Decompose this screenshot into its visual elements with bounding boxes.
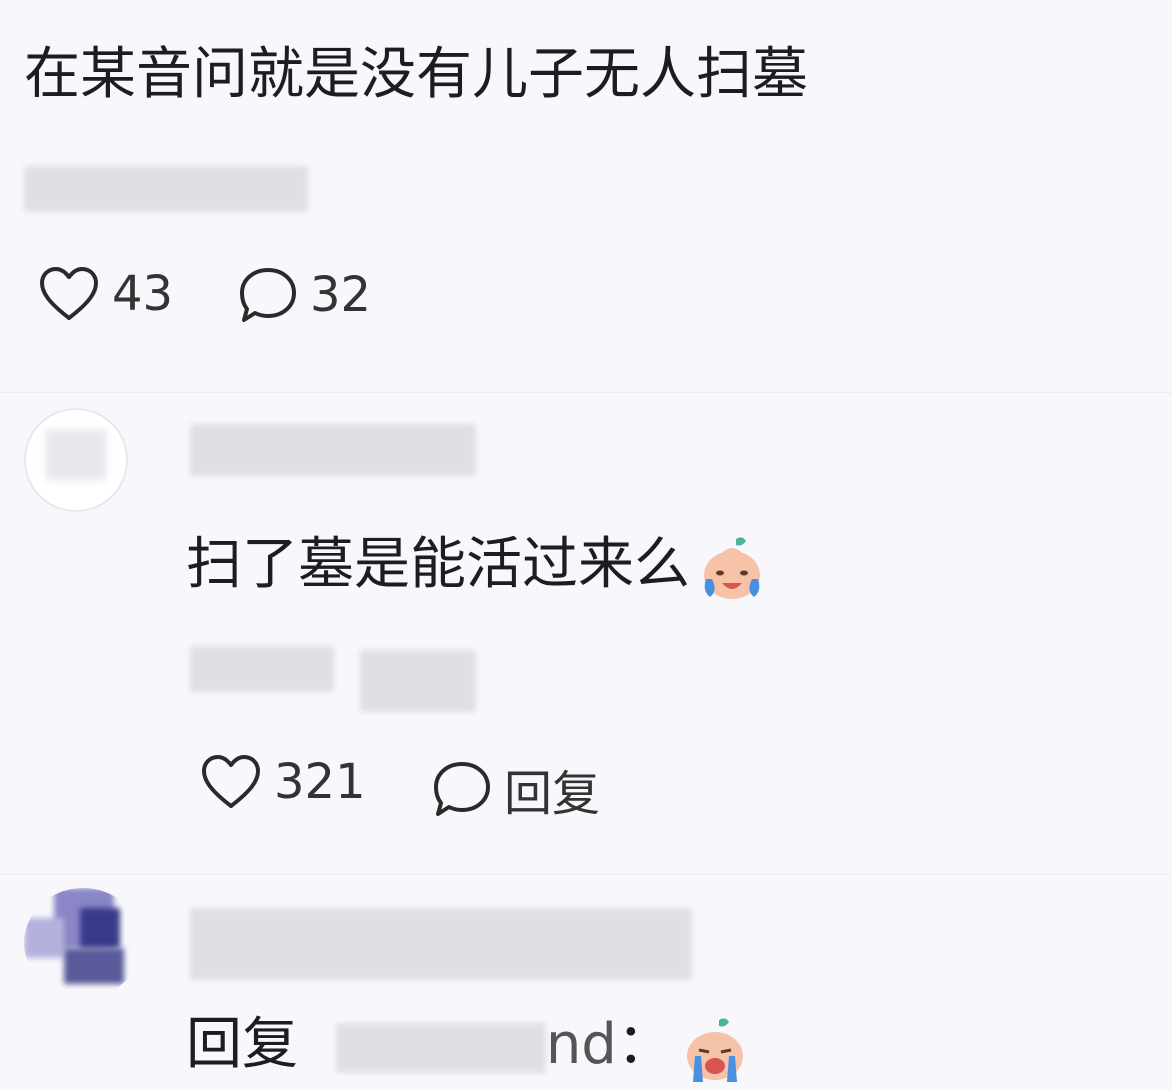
- reply-meta-blurred: [190, 646, 334, 692]
- reply-button[interactable]: 回复: [432, 754, 600, 824]
- reply-meta-blurred: [360, 650, 476, 712]
- reply-like-button[interactable]: 321: [200, 754, 366, 810]
- crying-laughing-emoji-icon: [704, 537, 760, 599]
- post-text: 在某音问就是没有儿子无人扫墓: [24, 42, 808, 107]
- heart-outline-icon: [202, 755, 260, 808]
- reply-prefix: 回复: [186, 1012, 298, 1077]
- post-comment-count: 32: [310, 267, 372, 323]
- post-like-count: 43: [112, 266, 174, 322]
- divider: [0, 392, 1172, 393]
- reply-like-count: 321: [274, 754, 366, 810]
- reply-colon: ：: [616, 1012, 673, 1077]
- speech-bubble-icon: [434, 762, 490, 816]
- username-blurred[interactable]: [190, 424, 476, 476]
- divider: [0, 874, 1172, 875]
- reply-to-line: 回复 nd：: [186, 1010, 751, 1084]
- post-meta-blurred: [24, 166, 308, 212]
- reply-label: 回复: [504, 766, 601, 822]
- reply-target-name: nd: [545, 1012, 617, 1077]
- crying-emoji-icon: [686, 1018, 743, 1082]
- username-blurred[interactable]: [190, 908, 692, 980]
- post-like-button[interactable]: 43: [38, 266, 173, 322]
- heart-outline-icon: [40, 267, 98, 320]
- avatar[interactable]: [24, 888, 142, 998]
- post-comment-button[interactable]: 32: [238, 266, 371, 324]
- speech-bubble-icon: [240, 268, 296, 322]
- reply-target-blurred: [335, 1022, 546, 1073]
- reply-text: 扫了墓是能活过来么: [186, 530, 768, 603]
- avatar[interactable]: [24, 408, 128, 512]
